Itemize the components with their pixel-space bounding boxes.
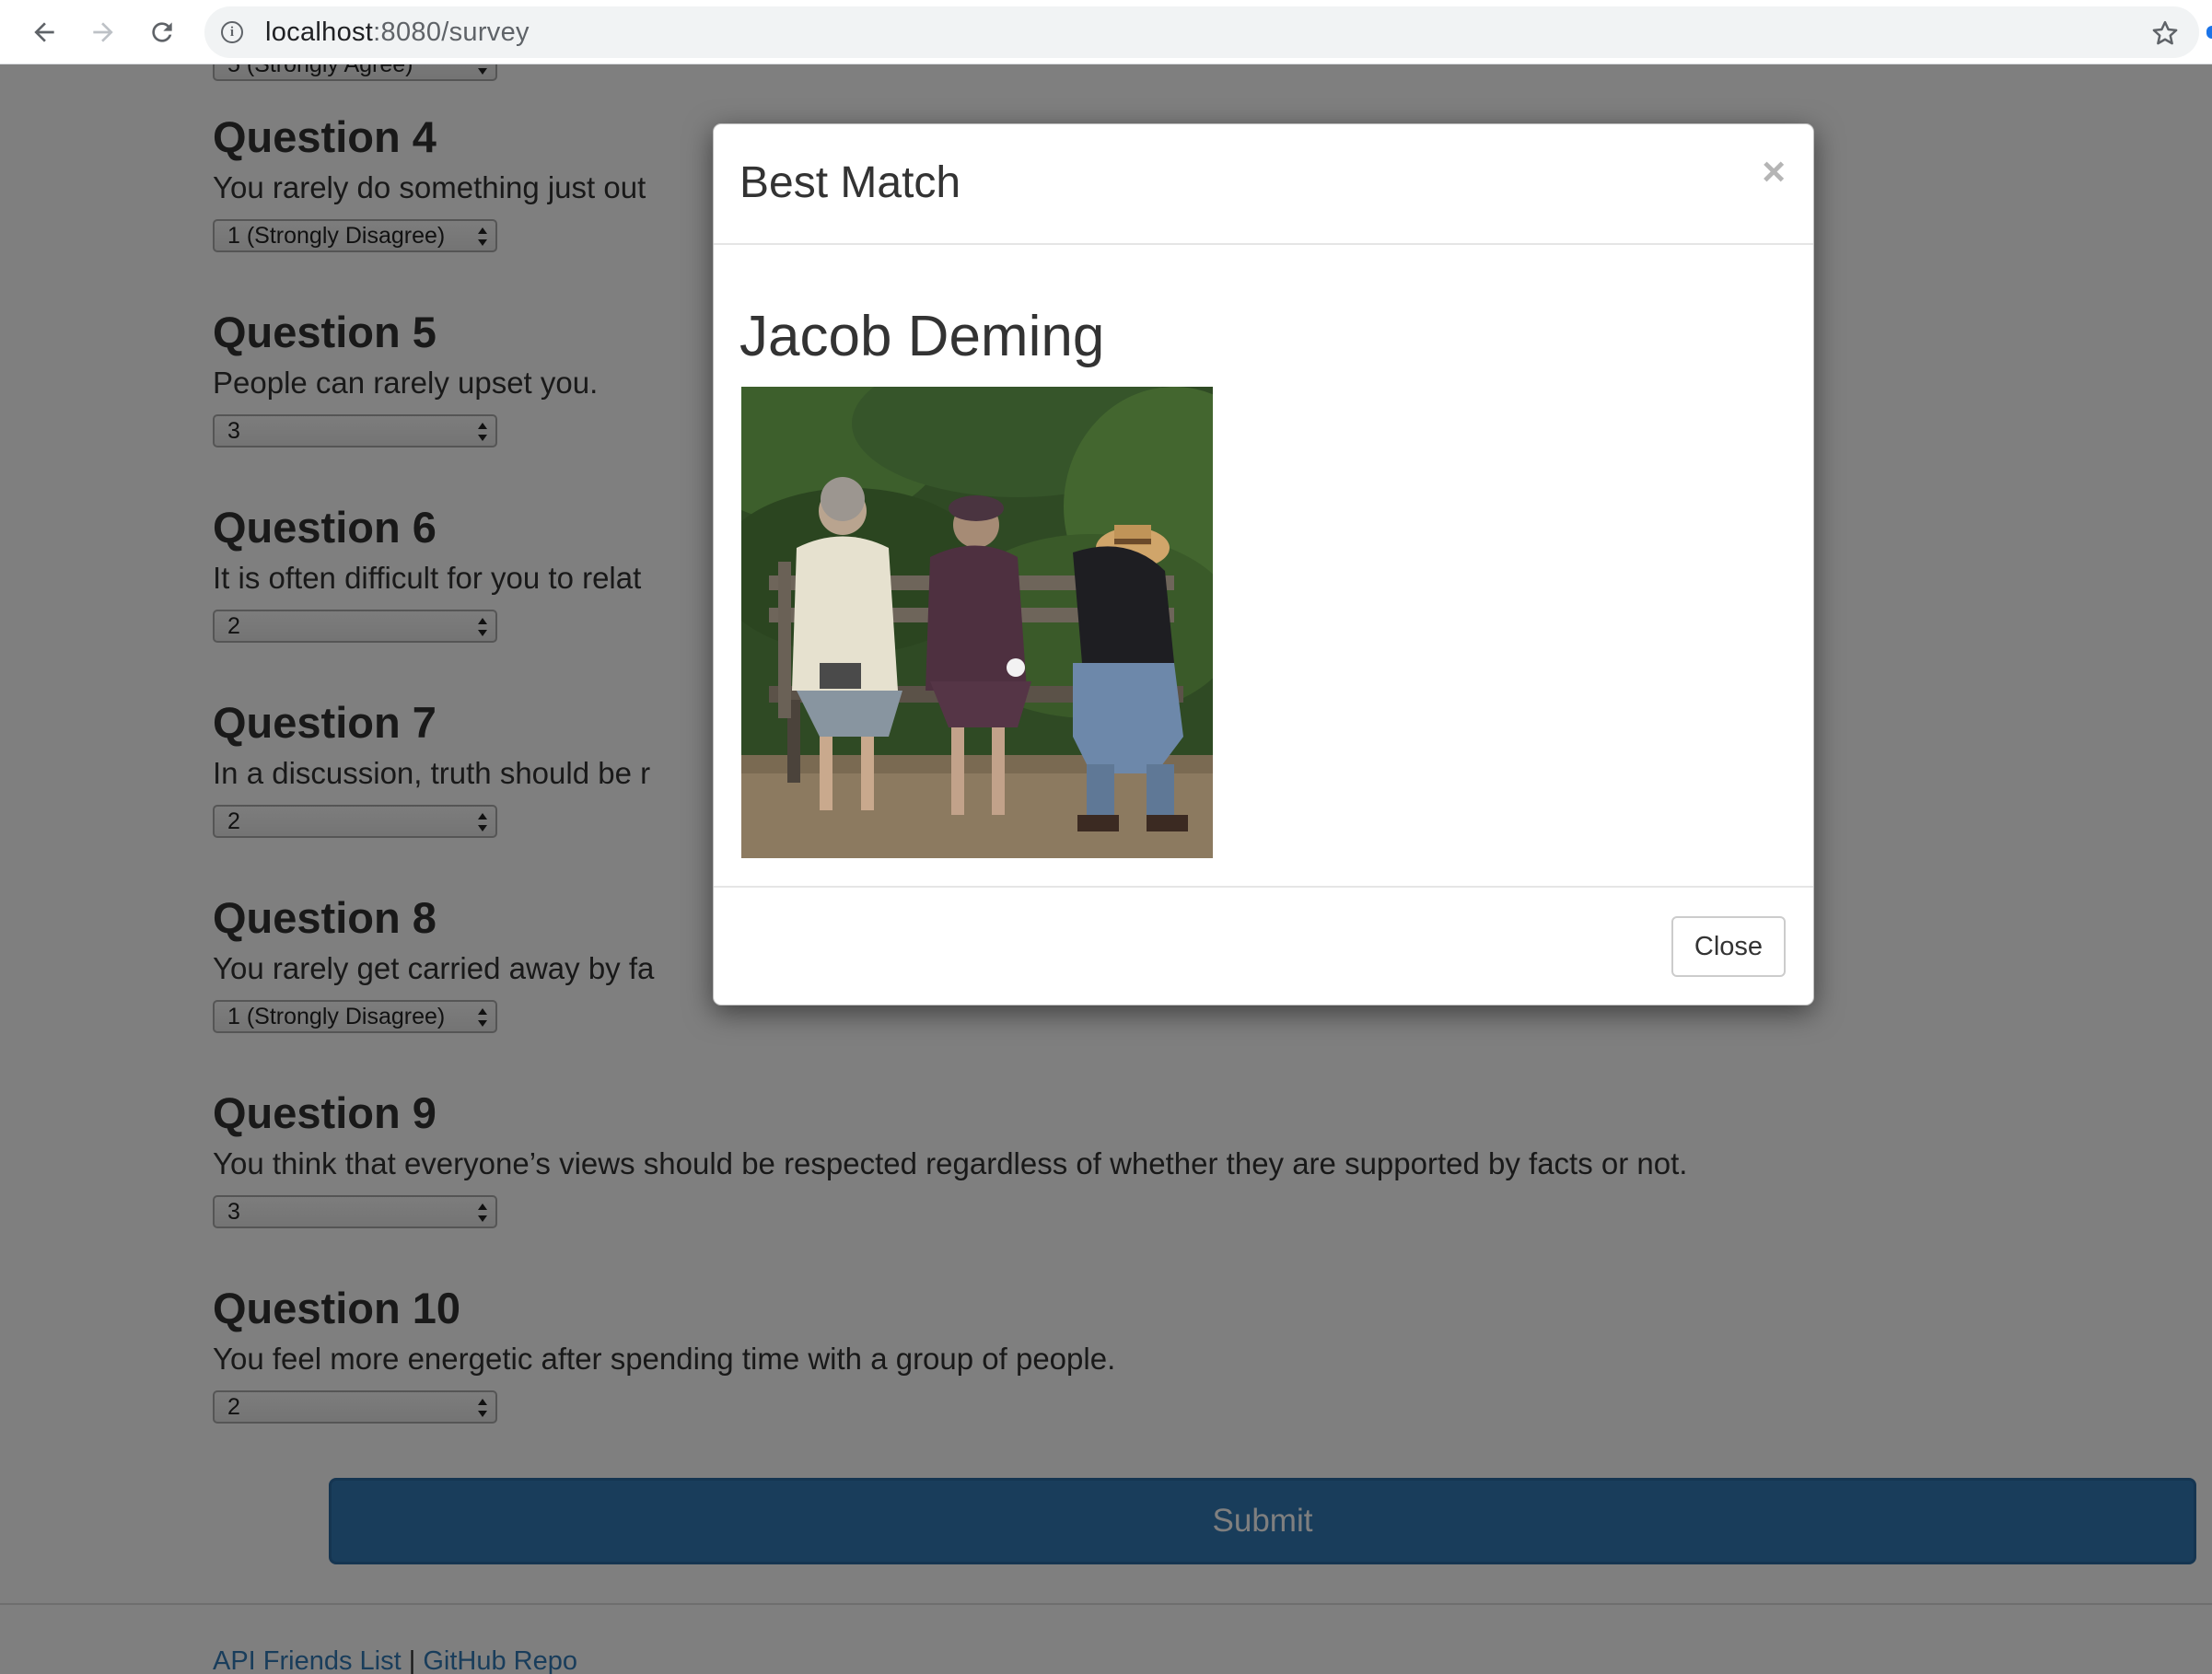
modal-header: Best Match × <box>714 124 1813 245</box>
forward-icon[interactable] <box>85 14 122 51</box>
match-photo <box>741 387 1213 858</box>
best-match-modal: Best Match × Jacob Deming Close <box>713 123 1814 1006</box>
browser-toolbar: i localhost:8080/survey <box>0 0 2212 64</box>
modal-title: Best Match <box>739 158 961 207</box>
bookmark-star-icon[interactable] <box>2151 19 2179 52</box>
reload-icon[interactable] <box>144 14 180 51</box>
extension-icon[interactable] <box>2206 26 2212 39</box>
match-name: Jacob Deming <box>739 305 1105 368</box>
address-bar[interactable]: i localhost:8080/survey <box>204 6 2199 58</box>
back-icon[interactable] <box>26 14 63 51</box>
modal-footer-divider <box>714 886 1813 888</box>
url-text[interactable]: localhost:8080/survey <box>265 18 530 46</box>
info-icon[interactable]: i <box>221 21 243 43</box>
close-icon[interactable]: × <box>1762 152 1786 192</box>
close-button[interactable]: Close <box>1671 916 1786 977</box>
